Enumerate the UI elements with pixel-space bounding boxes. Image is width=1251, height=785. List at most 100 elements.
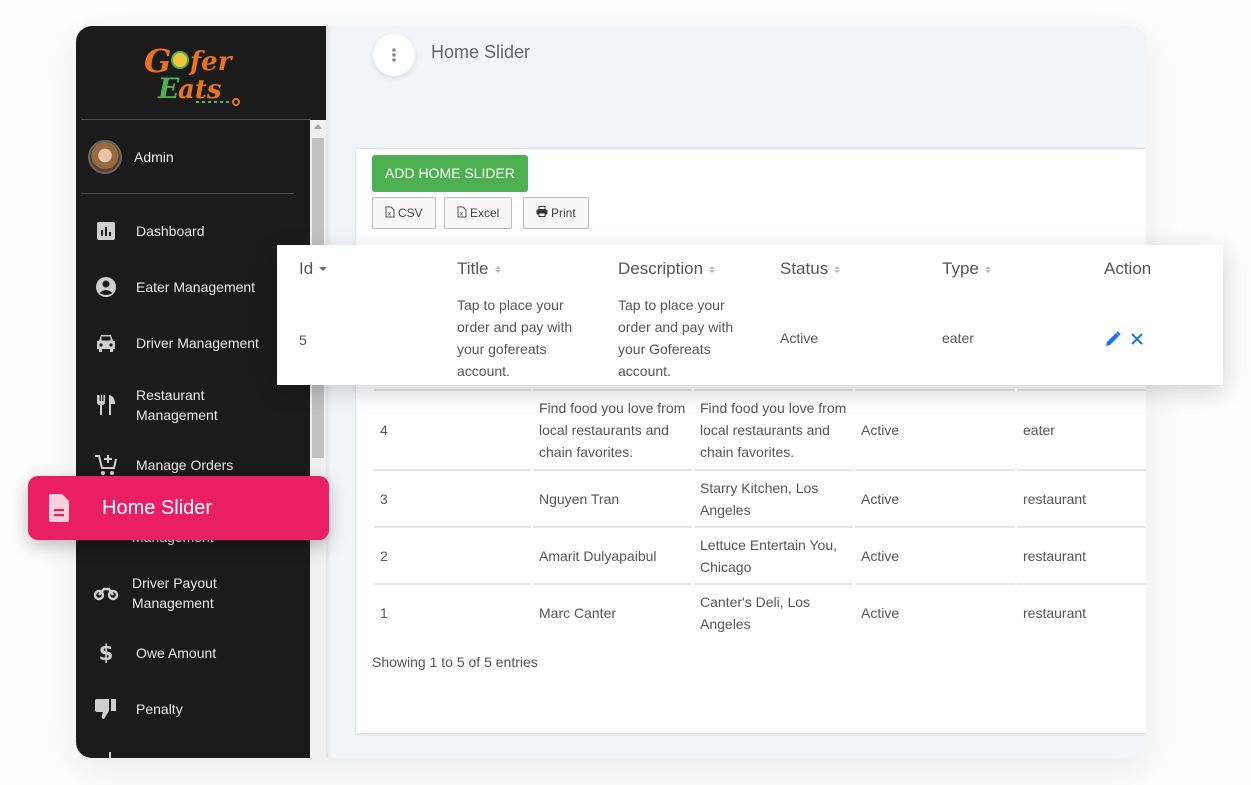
cell-title: Tap to place your order and pay with you… <box>457 297 573 379</box>
cell-description: Tap to place your order and pay with you… <box>618 297 734 379</box>
cell-id: 4 <box>374 389 531 469</box>
excel-label: Excel <box>470 206 500 220</box>
data-table: 4 Find food you love from local restaura… <box>372 389 1146 640</box>
table-row[interactable]: 4 Find food you love from local restaura… <box>374 389 1146 469</box>
sidebar-item-driver-payout-management[interactable]: Driver Payout Management <box>76 572 310 614</box>
sort-icon <box>494 265 501 273</box>
user-name: Admin <box>134 149 174 165</box>
csv-export-button[interactable]: x CSV <box>372 197 436 229</box>
print-label: Print <box>551 206 576 220</box>
sidebar-divider <box>81 193 294 194</box>
sidebar-item-label: Driver Management <box>136 335 259 351</box>
user-profile[interactable]: Admin <box>88 140 174 174</box>
thumbs-down-icon <box>76 698 136 720</box>
sidebar-item-label: Home Slider <box>102 496 213 519</box>
cell-type: restaurant <box>1017 469 1146 526</box>
table-row[interactable]: 1 Marc Canter Canter's Deli, Los Angeles… <box>374 583 1146 640</box>
cell-id: 3 <box>374 469 531 526</box>
svg-text:x: x <box>460 210 464 217</box>
sidebar-item-home-slider[interactable]: Home Slider <box>28 476 329 540</box>
sidebar-item-owe-amount[interactable]: $ Owe Amount <box>76 641 310 665</box>
edit-button[interactable] <box>1105 331 1121 352</box>
sort-icon <box>834 265 841 273</box>
avatar <box>88 140 122 174</box>
sidebar-divider <box>81 119 311 120</box>
table-row[interactable]: 3 Nguyen Tran Starry Kitchen, Los Angele… <box>374 469 1146 526</box>
table-info: Showing 1 to 5 of 5 entries <box>372 654 538 670</box>
svg-text:E: E <box>157 72 180 105</box>
screen: G fer E ats Admin Dashboard Eater Manage… <box>0 0 1251 785</box>
cell-title: Amarit Dulyapaibul <box>533 526 692 583</box>
sidebar-item-restaurant-management[interactable]: Restaurant Management <box>76 384 310 426</box>
dollar-icon: $ <box>98 641 114 665</box>
sort-icon <box>709 265 716 273</box>
column-header-type[interactable]: Type <box>942 259 991 279</box>
main-edge-shadow <box>326 26 332 758</box>
delete-button[interactable] <box>1130 332 1144 351</box>
cell-title: Find food you love from local restaurant… <box>533 389 692 469</box>
svg-text:x: x <box>388 210 392 217</box>
sidebar-scrollbar[interactable] <box>310 120 326 758</box>
car-icon <box>76 333 136 353</box>
column-header-title[interactable]: Title <box>457 259 501 279</box>
page-title: Home Slider <box>431 42 531 62</box>
sidebar-item-manage-orders[interactable]: Manage Orders <box>76 454 310 476</box>
app-window: G fer E ats Admin Dashboard Eater Manage… <box>76 26 1146 758</box>
more-vertical-button[interactable] <box>373 34 415 76</box>
sidebar-item-label: Owe Amount <box>136 645 217 661</box>
column-header-description[interactable]: Description <box>618 259 716 279</box>
document-icon <box>28 494 90 522</box>
sidebar-item-label: Manage Orders <box>136 457 234 473</box>
bar-chart-icon <box>76 221 136 241</box>
highlighted-table-header-row: Id Title Description Status Type Action … <box>277 245 1223 385</box>
cart-plus-icon <box>76 453 136 477</box>
pencil-icon <box>1106 331 1121 346</box>
sidebar-item-label: Penalty <box>136 701 183 717</box>
cell-description: Canter's Deli, Los Angeles <box>694 583 853 640</box>
sidebar-item-penalty[interactable]: Penalty <box>76 698 310 720</box>
cell-description: Lettuce Entertain You, Chicago <box>694 526 853 583</box>
svg-text:ats: ats <box>178 75 222 105</box>
sidebar-item-driver-management[interactable]: Driver Management <box>76 332 310 354</box>
svg-text:fer: fer <box>188 47 234 77</box>
cell-id: 1 <box>374 583 531 640</box>
csv-label: CSV <box>398 206 423 220</box>
column-header-status[interactable]: Status <box>780 259 841 279</box>
cell-id: 5 <box>299 332 307 348</box>
file-excel-icon: x <box>457 206 467 221</box>
print-button[interactable]: Print <box>523 197 589 229</box>
cell-status: Active <box>855 469 1015 526</box>
sidebar: G fer E ats Admin Dashboard Eater Manage… <box>76 26 326 758</box>
sort-icon <box>984 265 991 273</box>
sidebar-item-label: Driver Payout Management <box>132 575 217 611</box>
sidebar-item-label: Eater Management <box>136 279 256 295</box>
sidebar-item-dashboard[interactable]: Dashboard <box>76 220 310 242</box>
content-card: ADD HOME SLIDER x CSV x Excel Print 4 Fi… <box>356 148 1146 733</box>
cell-description: Find food you love from local restaurant… <box>694 389 853 469</box>
cell-status: Active <box>855 526 1015 583</box>
table-row[interactable]: 2 Amarit Dulyapaibul Lettuce Entertain Y… <box>374 526 1146 583</box>
column-header-id[interactable]: Id <box>299 259 328 279</box>
file-excel-icon: x <box>385 206 395 221</box>
close-icon <box>1131 333 1143 345</box>
sort-desc-icon <box>319 267 328 271</box>
cell-id: 2 <box>374 526 531 583</box>
column-header-action: Action <box>1104 259 1152 278</box>
sidebar-item-eater-management[interactable]: Eater Management <box>76 276 310 298</box>
cell-type: restaurant <box>1017 526 1146 583</box>
cell-description: Starry Kitchen, Los Angeles <box>694 469 853 526</box>
cell-status: Active <box>780 330 819 346</box>
scroll-up-arrow-icon[interactable] <box>314 124 322 129</box>
cell-title: Nguyen Tran <box>533 469 692 526</box>
cell-type: eater <box>1017 389 1146 469</box>
gofereats-logo[interactable]: G fer E ats <box>136 36 256 106</box>
cell-type: restaurant <box>1017 583 1146 640</box>
sidebar-item-label: Restaurant Management <box>136 387 218 423</box>
cell-title: Marc Canter <box>533 583 692 640</box>
sidebar-item-label: Dashboard <box>136 223 205 239</box>
more-vertical-icon <box>392 48 396 62</box>
excel-export-button[interactable]: x Excel <box>444 197 513 229</box>
user-circle-icon <box>76 276 136 298</box>
next-item-icon <box>109 752 111 758</box>
add-home-slider-button[interactable]: ADD HOME SLIDER <box>372 155 528 192</box>
